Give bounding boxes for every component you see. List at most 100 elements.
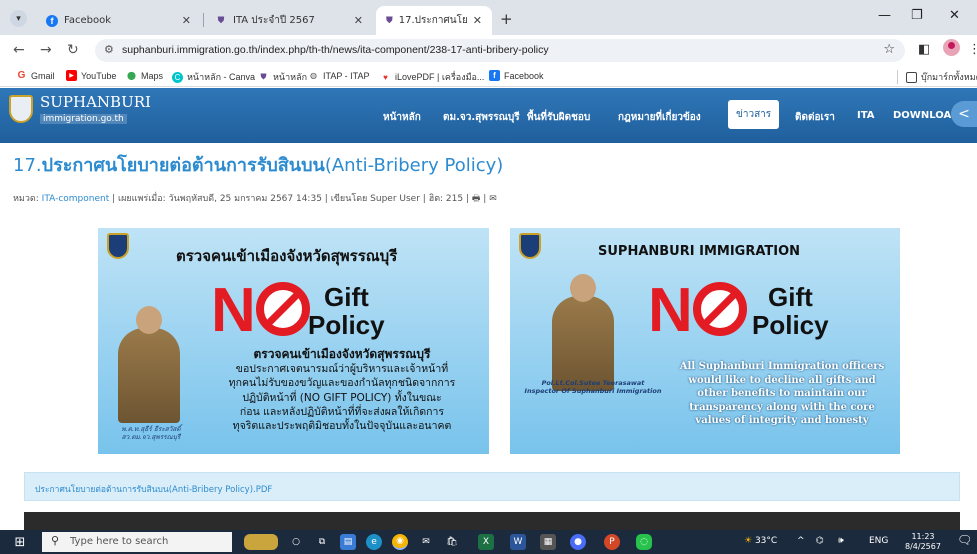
address-bar[interactable]: ⚙ suphanburi.immigration.go.th/index.php…	[95, 39, 905, 62]
tab-search-button[interactable]: ▾	[10, 10, 27, 27]
bookmark-label: YouTube	[81, 70, 117, 81]
close-tab-icon[interactable]: ✕	[473, 14, 482, 27]
powerpoint-icon[interactable]: P	[604, 534, 620, 550]
bookmark-label: Facebook	[504, 70, 544, 81]
url-text[interactable]: suphanburi.immigration.go.th/index.php/t…	[122, 44, 549, 56]
tab-anti-bribery-active[interactable]: ⛊ 17.ประกาศนโยบายต่อต้านการรับสินบ ✕	[376, 6, 492, 35]
forward-icon[interactable]: →	[40, 42, 52, 58]
task-view-icon[interactable]: ⧉	[314, 534, 330, 550]
profile-avatar[interactable]	[943, 39, 960, 56]
policy-label: Policy	[308, 310, 385, 340]
menu-home[interactable]: หน้าหลัก	[383, 110, 421, 125]
teams-icon[interactable]: ●	[570, 534, 586, 550]
youtube-icon: ▶	[66, 70, 77, 81]
tab-facebook[interactable]: f Facebook ✕	[36, 6, 201, 35]
menu-about[interactable]: ตม.จว.สุพรรณบุรี	[443, 110, 520, 125]
poster-english: SUPHANBURI IMMIGRATION N Gift Policy Pol…	[510, 228, 900, 454]
network-icon[interactable]: ⌬	[816, 536, 824, 546]
site-logo-title[interactable]: SUPHANBURI	[40, 93, 151, 111]
clock-date: 8/4/2567	[905, 542, 941, 552]
line-app-icon[interactable]: ◌	[636, 534, 652, 550]
bookmark-itap[interactable]: ◍ ITAP - ITAP	[308, 70, 370, 81]
folder-icon	[906, 71, 917, 83]
facebook-icon: f	[46, 14, 58, 27]
menu-download[interactable]: DOWNLOA	[893, 110, 951, 121]
immigration-emblem-icon	[9, 95, 33, 123]
page-footer	[24, 512, 960, 530]
tab-title: 17.ประกาศนโยบายต่อต้านการรับสินบ	[398, 15, 468, 26]
attachment-bar: ประกาศนโยบายต่อต้านการรับสินบน(Anti-Brib…	[24, 472, 960, 501]
page-title: 17.ประกาศนโยบายต่อต้านการรับสินบน(Anti-B…	[13, 150, 503, 179]
maps-pin-icon: ⬤	[127, 71, 136, 80]
browser-tab-strip: ▾ f Facebook ✕ ⛊ ITA ประจำปี 2567 ✕ ⛊ 17…	[0, 0, 977, 35]
weather-temp: 33°C	[754, 536, 778, 546]
site-shield-icon: ⛊	[386, 15, 393, 26]
store-icon[interactable]: 🛍	[444, 534, 460, 550]
gift-label: Gift	[324, 282, 369, 312]
bookmark-facebook[interactable]: f Facebook	[489, 70, 544, 81]
ilovepdf-heart-icon: ♥	[383, 72, 388, 82]
close-window-icon[interactable]: ✕	[949, 8, 960, 23]
poster-body-line: ทุจริตและประพฤติมิชอบทั้งในปัจจุบันและอน…	[232, 419, 452, 432]
taskbar-search-input[interactable]: ⚲ Type here to search	[42, 532, 232, 552]
gift-label: Gift	[768, 282, 813, 312]
word-icon[interactable]: W	[510, 534, 526, 550]
volume-icon[interactable]: 🕪	[838, 536, 844, 546]
globe-icon: ◍	[310, 71, 317, 80]
side-panel-icon[interactable]: ◧	[918, 42, 930, 57]
poster-body: ตรวจคนเข้าเมืองจังหวัดสุพรรณบุรี ขอประกา…	[198, 346, 486, 433]
menu-dots-icon[interactable]: ⋮	[968, 42, 977, 57]
cortana-icon[interactable]: ○	[288, 534, 304, 550]
menu-ita[interactable]: ITA	[857, 110, 875, 121]
bookmark-ilovepdf[interactable]: ♥ iLovePDF | เครื่องมือ...	[380, 70, 484, 84]
tab-title: ITA ประจำปี 2567	[233, 15, 315, 26]
taskbar-clock[interactable]: 11:23 8/4/2567	[905, 532, 941, 553]
bookmark-home[interactable]: ⛊ หน้าหลัก	[258, 70, 308, 84]
windows-start-icon[interactable]: ⊞	[12, 534, 28, 550]
excel-icon[interactable]: X	[478, 534, 494, 550]
edge-icon[interactable]: e	[366, 534, 382, 550]
print-icon[interactable]: 🖶	[472, 194, 481, 204]
email-icon[interactable]: ✉	[489, 194, 497, 204]
restore-icon[interactable]: ❐	[911, 8, 923, 23]
bookmark-maps[interactable]: ⬤ Maps	[126, 70, 163, 81]
file-explorer-icon[interactable]: ▤	[340, 534, 356, 550]
menu-laws[interactable]: กฎหมายที่เกี่ยวข้อง	[618, 110, 701, 125]
mail-icon[interactable]: ✉	[418, 534, 434, 550]
calculator-icon[interactable]: ▦	[540, 534, 556, 550]
back-icon[interactable]: ←	[13, 42, 25, 58]
site-info-icon[interactable]: ⚙	[104, 43, 114, 56]
close-tab-icon[interactable]: ✕	[354, 14, 363, 27]
bookmark-gmail[interactable]: G Gmail	[16, 70, 55, 81]
notification-icon[interactable]: 🗨	[957, 533, 972, 547]
bookmark-canva[interactable]: C หน้าหลัก - Canva	[172, 70, 255, 84]
tray-show-hidden-icon[interactable]: ^	[797, 536, 805, 546]
chrome-icon[interactable]: ◉	[392, 534, 408, 550]
no-gift-circle-icon	[693, 282, 747, 336]
bookmark-star-icon[interactable]: ☆	[883, 42, 895, 57]
bookmarks-bar: G Gmail ▶ YouTube ⬤ Maps C หน้าหลัก - Ca…	[0, 65, 977, 87]
google-icon: G	[17, 70, 26, 81]
all-bookmarks[interactable]: บุ๊กมาร์กทั้งหมด	[897, 70, 977, 84]
tab-ita[interactable]: ⛊ ITA ประจำปี 2567 ✕	[205, 6, 373, 35]
meta-category-label: หมวด:	[13, 194, 39, 204]
meta-category-link[interactable]: ITA-component	[42, 194, 110, 204]
menu-news[interactable]: ข่าวสาร	[728, 100, 780, 129]
close-tab-icon[interactable]: ✕	[182, 14, 191, 27]
share-icon[interactable]: <	[951, 101, 977, 127]
new-tab-button[interactable]: +	[500, 10, 513, 28]
menu-contact[interactable]: ติดต่อเรา	[795, 110, 835, 125]
caption-line: สว.ตม.จว.สุพรรณบุรี	[121, 432, 181, 441]
weather-widget[interactable]: ☀ 33°C	[744, 536, 777, 546]
menu-area[interactable]: พื้นที่รับผิดชอบ	[527, 110, 590, 125]
input-language[interactable]: ENG	[869, 536, 888, 546]
minimize-icon[interactable]: —	[878, 8, 891, 23]
officer-photo	[118, 306, 180, 423]
attachment-pdf-link[interactable]: ประกาศนโยบายต่อต้านการรับสินบน(Anti-Brib…	[35, 485, 272, 495]
reload-icon[interactable]: ↻	[67, 42, 79, 58]
bookmark-youtube[interactable]: ▶ YouTube	[66, 70, 116, 81]
bookmark-label: หน้าหลัก - Canva	[187, 72, 256, 82]
officer-caption: Pol.Lt.Col.Sutee Teerasawat Inspector Of…	[518, 379, 668, 396]
windows-taskbar: ⊞ ⚲ Type here to search ○ ⧉ ▤ e ◉ ✉ 🛍 X …	[0, 530, 977, 554]
search-highlight-icon[interactable]	[244, 534, 278, 550]
